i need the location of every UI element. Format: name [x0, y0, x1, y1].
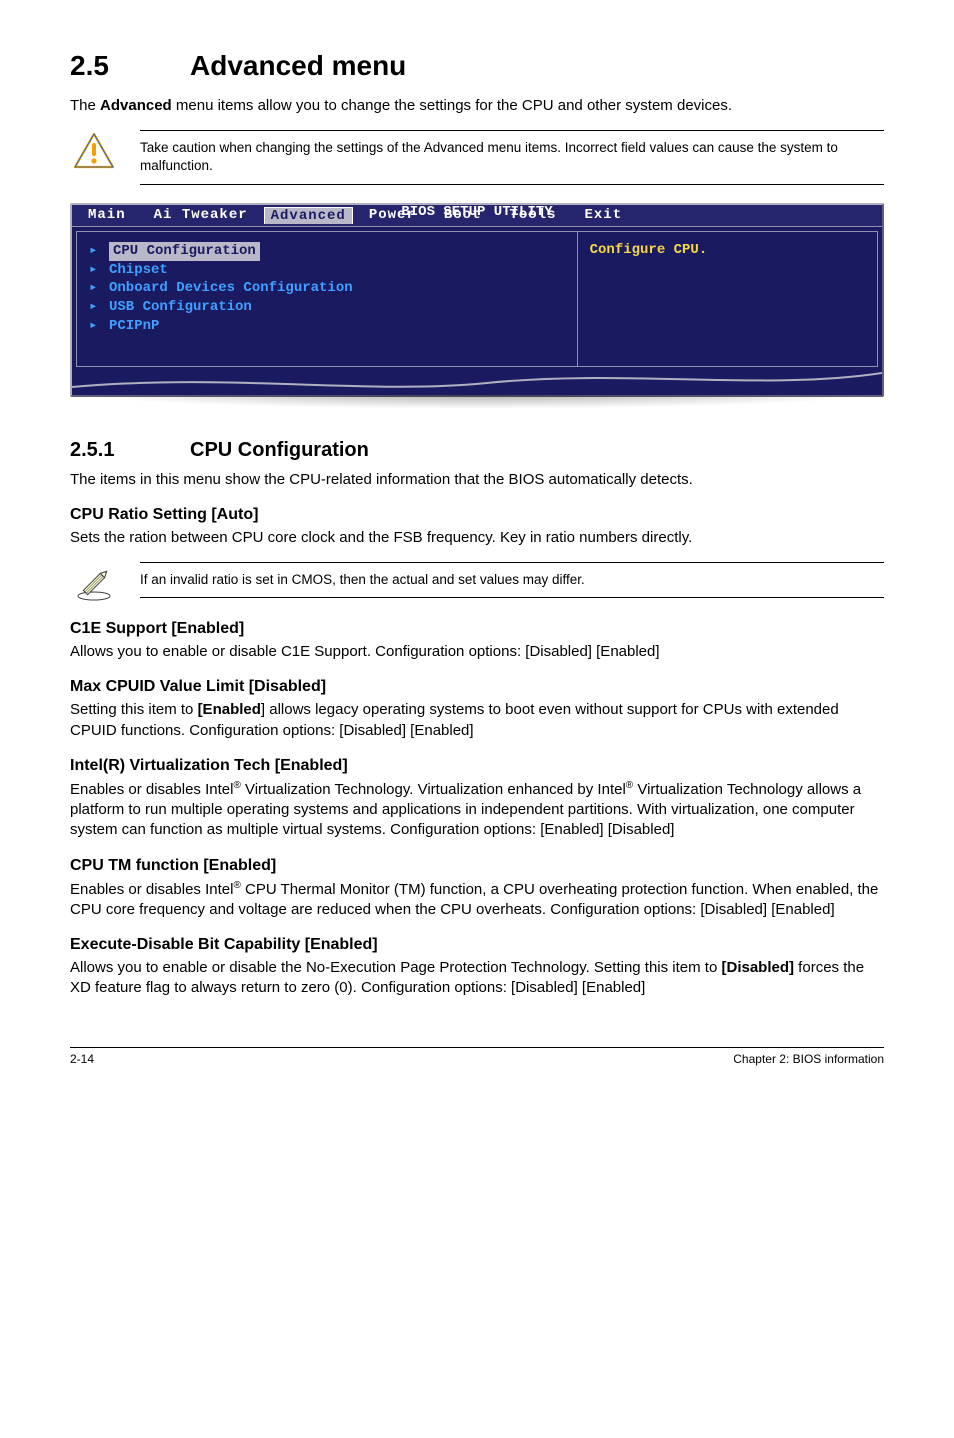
text: Allows you to enable or disable the No-E…: [70, 959, 722, 976]
section-number: 2.5: [70, 50, 190, 82]
text-bold: [Enabled: [198, 701, 261, 718]
section-heading: 2.5Advanced menu: [70, 50, 884, 82]
text-bold: [Disabled]: [722, 959, 795, 976]
bios-menu-item[interactable]: ▸ Chipset: [89, 261, 565, 280]
bios-menu-item[interactable]: ▸ PCIPnP: [89, 317, 565, 336]
text: Setting this item to: [70, 701, 198, 718]
bios-right-panel: Configure CPU.: [577, 231, 878, 367]
section-intro: The Advanced menu items allow you to cha…: [70, 96, 884, 116]
text-bold: Advanced: [100, 97, 172, 114]
text: Enables or disables Intel: [70, 781, 233, 798]
bios-tab-ai-tweaker[interactable]: Ai Tweaker: [140, 207, 262, 224]
bios-tabbar: Main Ai Tweaker Advanced Power Boot Tool…: [72, 205, 882, 227]
section-title: Advanced menu: [190, 50, 406, 81]
footer-chapter-label: Chapter 2: BIOS information: [733, 1052, 884, 1066]
bios-menu-item[interactable]: ▸ Onboard Devices Configuration: [89, 279, 565, 298]
subsection-number: 2.5.1: [70, 439, 190, 462]
caution-text: Take caution when changing the settings …: [140, 130, 884, 184]
subsection-intro: The items in this menu show the CPU-rela…: [70, 470, 884, 490]
option-heading-cpu-ratio: CPU Ratio Setting [Auto]: [70, 506, 884, 524]
option-heading-max-cpuid: Max CPUID Value Limit [Disabled]: [70, 678, 884, 696]
caution-callout: Take caution when changing the settings …: [70, 130, 884, 184]
pencil-icon: [70, 562, 118, 602]
text: Enables or disables Intel: [70, 881, 233, 898]
option-body-xd: Allows you to enable or disable the No-E…: [70, 958, 884, 999]
triangle-right-icon: ▸: [89, 242, 101, 261]
option-body-max-cpuid: Setting this item to [Enabled] allows le…: [70, 700, 884, 741]
option-heading-xd: Execute-Disable Bit Capability [Enabled]: [70, 936, 884, 954]
bios-menu-label: USB Configuration: [109, 298, 252, 317]
bios-menu-item[interactable]: ▸ CPU Configuration: [89, 242, 565, 261]
torn-edge-icon: [72, 367, 882, 395]
bios-hint-text: Configure CPU.: [590, 242, 865, 258]
bios-menu-label: Chipset: [109, 261, 168, 280]
bios-tab-boot[interactable]: Boot: [430, 207, 496, 224]
triangle-right-icon: ▸: [89, 279, 101, 298]
bios-left-panel: ▸ CPU Configuration ▸ Chipset ▸ Onboard …: [76, 231, 577, 367]
option-heading-tm: CPU TM function [Enabled]: [70, 857, 884, 875]
option-body-c1e: Allows you to enable or disable C1E Supp…: [70, 642, 884, 662]
note-callout: If an invalid ratio is set in CMOS, then…: [70, 562, 884, 602]
triangle-right-icon: ▸: [89, 317, 101, 336]
bios-menu-label: CPU Configuration: [109, 242, 260, 261]
text: The: [70, 97, 100, 114]
bios-tab-advanced[interactable]: Advanced: [264, 207, 353, 224]
triangle-right-icon: ▸: [89, 261, 101, 280]
bios-menu-label: Onboard Devices Configuration: [109, 279, 353, 298]
triangle-right-icon: ▸: [89, 298, 101, 317]
option-body-cpu-ratio: Sets the ration between CPU core clock a…: [70, 528, 884, 548]
bios-menu-item[interactable]: ▸ USB Configuration: [89, 298, 565, 317]
bios-tab-tools[interactable]: Tools: [495, 207, 570, 224]
bios-tab-main[interactable]: Main: [78, 207, 140, 224]
option-body-tm: Enables or disables Intel® CPU Thermal M…: [70, 879, 884, 921]
shadow-decoration: [70, 395, 884, 409]
note-text: If an invalid ratio is set in CMOS, then…: [140, 562, 884, 598]
page-footer: 2-14 Chapter 2: BIOS information: [70, 1047, 884, 1066]
text: Virtualization Technology. Virtualizatio…: [241, 781, 626, 798]
bios-tab-exit[interactable]: Exit: [570, 207, 636, 224]
option-heading-vt: Intel(R) Virtualization Tech [Enabled]: [70, 757, 884, 775]
subsection-heading: 2.5.1CPU Configuration: [70, 439, 884, 462]
bios-tab-power[interactable]: Power: [355, 207, 430, 224]
option-body-vt: Enables or disables Intel® Virtualizatio…: [70, 779, 884, 841]
registered-mark: ®: [233, 880, 240, 891]
text: menu items allow you to change the setti…: [172, 97, 732, 114]
subsection-title: CPU Configuration: [190, 439, 369, 461]
warning-icon: [70, 130, 118, 170]
registered-mark: ®: [233, 780, 240, 791]
footer-page-number: 2-14: [70, 1052, 94, 1066]
option-heading-c1e: C1E Support [Enabled]: [70, 620, 884, 638]
bios-menu-label: PCIPnP: [109, 317, 159, 336]
bios-screenshot: BIOS SETUP UTILITY Main Ai Tweaker Advan…: [70, 203, 884, 409]
